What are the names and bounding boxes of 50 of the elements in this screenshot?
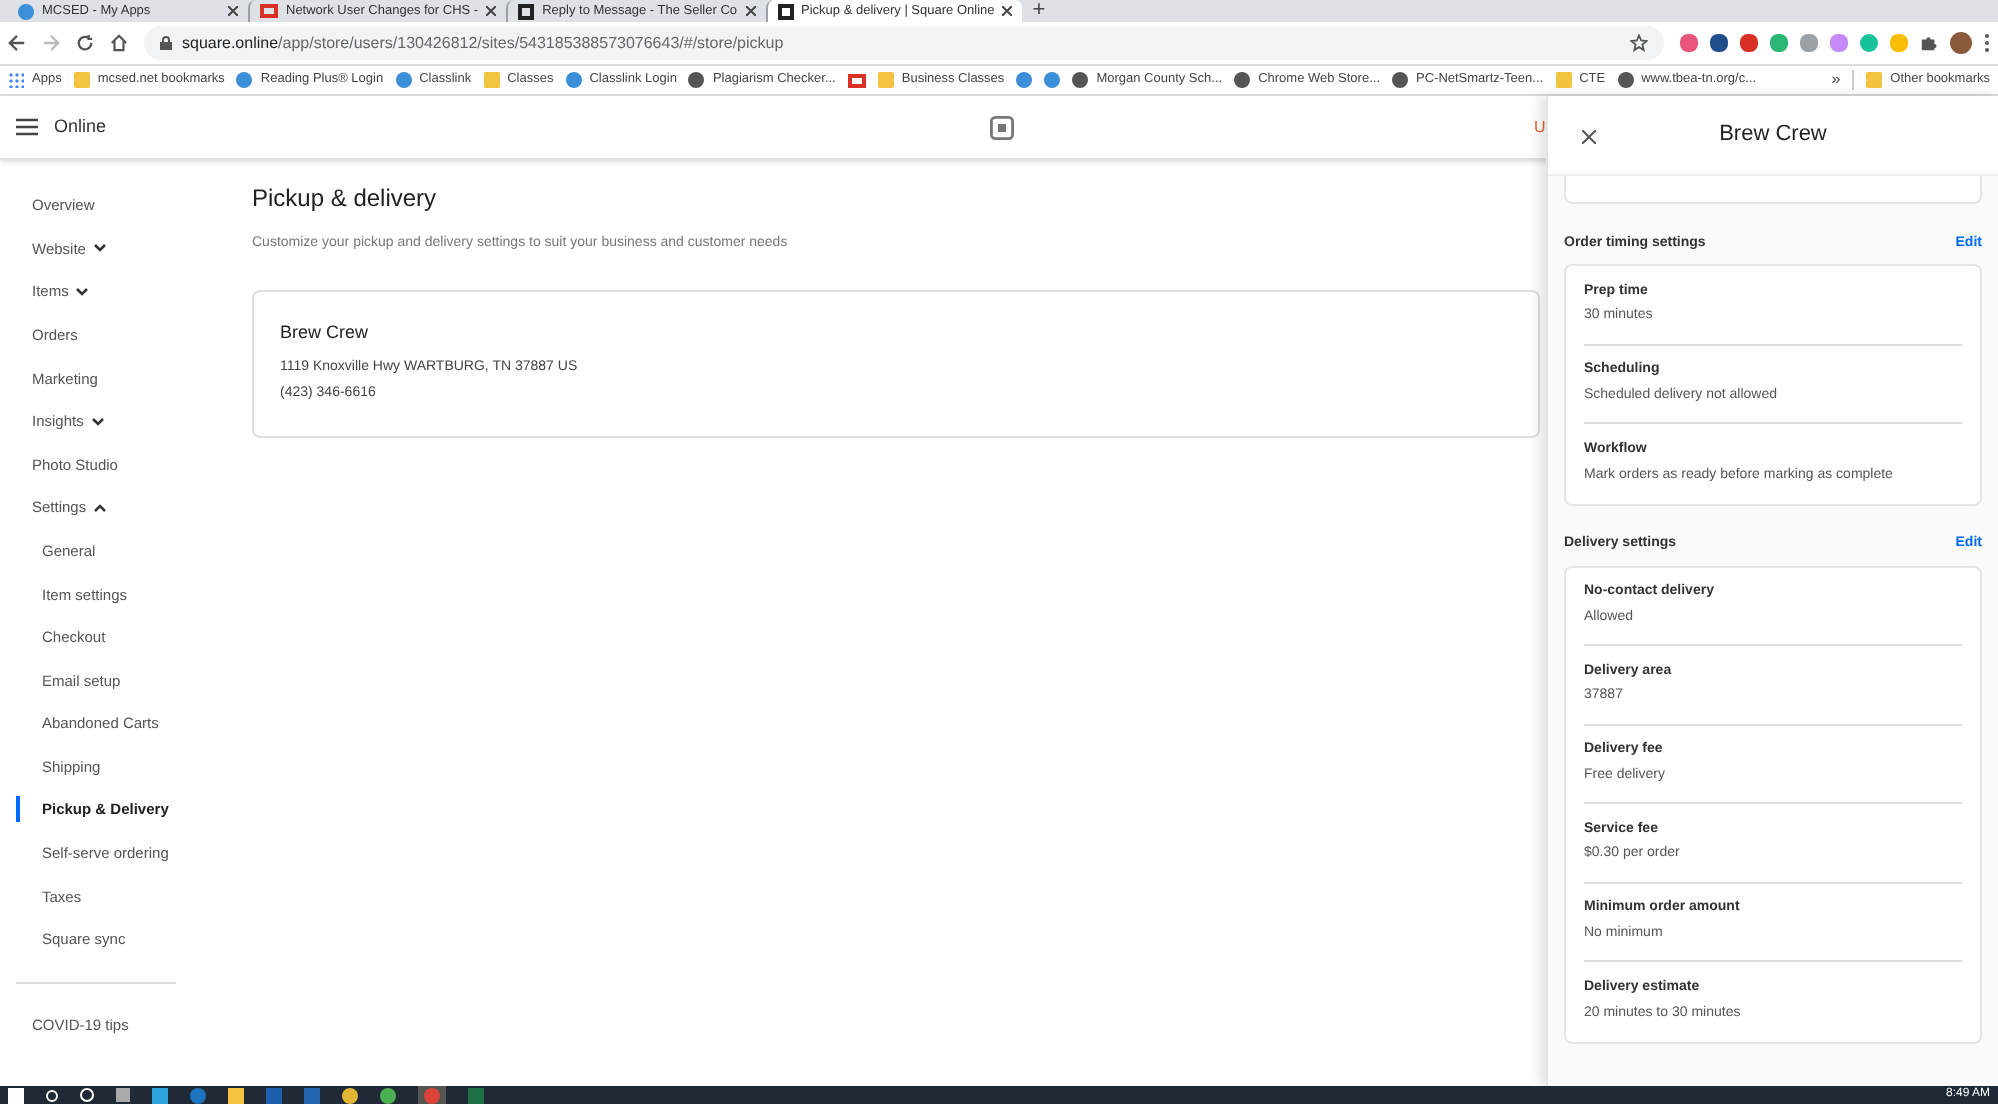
globe-icon bbox=[1072, 72, 1089, 88]
globe-icon bbox=[688, 72, 705, 88]
site-icon bbox=[236, 72, 253, 88]
app-title: Online bbox=[54, 113, 107, 140]
chevron-icon bbox=[91, 417, 104, 426]
mail-icon bbox=[260, 4, 278, 18]
page-title: Pickup & delivery bbox=[252, 182, 437, 216]
close-icon[interactable] bbox=[228, 6, 238, 16]
back-icon[interactable] bbox=[8, 34, 26, 52]
folder-icon bbox=[877, 72, 894, 88]
url-text: square.online/app/store/users/130426812/sites/543185388573076643/#/store/pickup bbox=[182, 31, 786, 55]
square-logo-icon bbox=[990, 116, 1014, 140]
address-bar[interactable]: square.online/app/store/users/130426812/sites/543185388573076643/#/store/pickup bbox=[144, 26, 1664, 60]
globe-icon bbox=[1234, 72, 1251, 88]
close-icon[interactable] bbox=[1582, 130, 1596, 144]
close-icon[interactable] bbox=[1002, 6, 1013, 16]
more-bookmarks-button[interactable]: » bbox=[1831, 68, 1841, 92]
mail-icon bbox=[847, 73, 866, 87]
site-icon bbox=[565, 72, 582, 88]
folder-icon bbox=[73, 72, 90, 88]
chevron-icon bbox=[93, 244, 106, 253]
home-icon[interactable] bbox=[110, 34, 128, 52]
taskbar-icon[interactable] bbox=[228, 1087, 244, 1103]
chevron-icon bbox=[94, 503, 107, 512]
start-icon[interactable] bbox=[8, 1087, 24, 1103]
folder-icon bbox=[1866, 72, 1883, 88]
search-icon[interactable] bbox=[46, 1089, 58, 1101]
bookmark[interactable] bbox=[847, 73, 866, 87]
globe-icon bbox=[1617, 72, 1634, 88]
reload-icon[interactable] bbox=[76, 34, 94, 52]
close-icon[interactable] bbox=[486, 6, 497, 16]
menu-icon[interactable] bbox=[1984, 34, 1990, 52]
puzzle-icon[interactable] bbox=[1920, 34, 1938, 52]
close-icon[interactable] bbox=[745, 6, 756, 16]
taskbar-icon[interactable] bbox=[342, 1087, 358, 1103]
star-icon[interactable] bbox=[1630, 34, 1648, 52]
taskbar-icon[interactable] bbox=[80, 1088, 94, 1102]
site-icon bbox=[18, 3, 34, 19]
menu-icon[interactable] bbox=[16, 118, 38, 136]
new-tab-button[interactable]: + bbox=[1032, 0, 1046, 22]
globe-icon bbox=[1392, 72, 1408, 88]
folder-icon bbox=[1555, 72, 1572, 88]
chevron-icon bbox=[76, 287, 89, 296]
apps-grid-icon bbox=[8, 72, 24, 88]
site-icon bbox=[395, 72, 412, 88]
profile-avatar[interactable] bbox=[1950, 32, 1972, 54]
panel-title: Brew Crew bbox=[1719, 120, 1827, 151]
lock-icon bbox=[160, 36, 172, 50]
folder-icon bbox=[483, 72, 500, 88]
location-name: Brew Crew bbox=[280, 319, 371, 345]
